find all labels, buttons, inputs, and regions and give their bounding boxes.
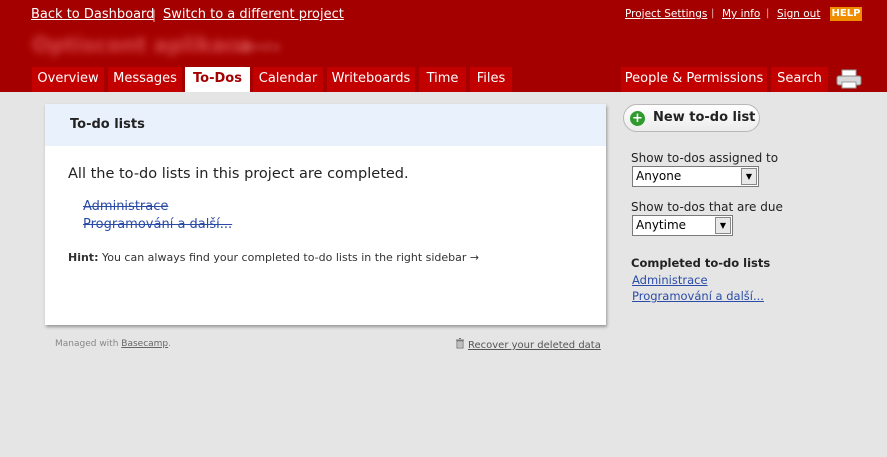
tab-messages[interactable]: Messages bbox=[108, 67, 182, 92]
header-bar: Back to Dashboard | Switch to a differen… bbox=[0, 0, 887, 92]
due-filter-label: Show to-dos that are due bbox=[631, 200, 783, 214]
managed-with: Managed with Basecamp. bbox=[55, 339, 171, 349]
sidebar-completed-link[interactable]: Administrace bbox=[632, 273, 708, 287]
tab-people-permissions[interactable]: People & Permissions bbox=[621, 67, 767, 92]
tab-search[interactable]: Search bbox=[771, 67, 828, 92]
company-name: Lasisto bbox=[235, 40, 281, 55]
assigned-select[interactable]: Anyone ▼ bbox=[632, 166, 759, 187]
assigned-select-value: Anyone bbox=[636, 169, 682, 183]
hint-label: Hint: bbox=[68, 251, 99, 264]
panel-title: To-do lists bbox=[70, 117, 145, 132]
managed-with-text: Managed with bbox=[55, 339, 122, 349]
recover-deleted-link[interactable]: Recover your deleted data bbox=[455, 338, 601, 351]
todo-lists-panel: To-do lists All the to-do lists in this … bbox=[45, 104, 606, 325]
back-to-dashboard-link[interactable]: Back to Dashboard bbox=[31, 7, 154, 22]
assigned-filter-label: Show to-dos assigned to bbox=[631, 151, 779, 165]
header-separator: | bbox=[711, 8, 715, 19]
my-info-link[interactable]: My info bbox=[722, 8, 760, 20]
tab-writeboards[interactable]: Writeboards bbox=[327, 67, 415, 92]
help-button[interactable]: HELP bbox=[830, 7, 862, 21]
hint-body: You can always find your completed to-do… bbox=[98, 251, 480, 264]
new-todo-list-button[interactable]: + New to-do list bbox=[623, 104, 760, 132]
due-select-value: Anytime bbox=[636, 218, 687, 232]
all-completed-message: All the to-do lists in this project are … bbox=[68, 166, 409, 182]
tab-overview[interactable]: Overview bbox=[32, 67, 104, 92]
tab-files[interactable]: Files bbox=[470, 67, 512, 92]
project-name: Optiscont aplikace bbox=[32, 33, 253, 57]
sidebar-completed-link[interactable]: Programování a další... bbox=[632, 289, 764, 303]
recover-deleted-text[interactable]: Recover your deleted data bbox=[468, 340, 601, 351]
tab-time[interactable]: Time bbox=[419, 67, 466, 92]
completed-list-link[interactable]: Programování a další... bbox=[83, 217, 232, 232]
switch-project-link[interactable]: Switch to a different project bbox=[163, 7, 344, 22]
header-separator: | bbox=[766, 8, 770, 19]
plus-icon: + bbox=[630, 111, 645, 126]
due-select[interactable]: Anytime ▼ bbox=[632, 215, 733, 236]
new-todo-list-label: New to-do list bbox=[653, 110, 756, 125]
chevron-down-icon[interactable]: ▼ bbox=[715, 217, 731, 234]
tab-calendar[interactable]: Calendar bbox=[253, 67, 323, 92]
sign-out-link[interactable]: Sign out bbox=[777, 8, 820, 20]
hint-text: Hint: You can always find your completed… bbox=[68, 251, 479, 264]
printer-icon[interactable] bbox=[836, 69, 862, 89]
basecamp-link[interactable]: Basecamp bbox=[121, 339, 168, 349]
project-settings-link[interactable]: Project Settings bbox=[625, 8, 707, 20]
header-separator: | bbox=[152, 8, 157, 22]
completed-list-link[interactable]: Administrace bbox=[83, 199, 168, 214]
trash-icon bbox=[456, 338, 464, 349]
panel-header: To-do lists bbox=[45, 104, 606, 146]
tab-todos[interactable]: To-Dos bbox=[185, 67, 250, 92]
chevron-down-icon[interactable]: ▼ bbox=[741, 168, 757, 185]
completed-lists-heading: Completed to-do lists bbox=[631, 256, 771, 270]
footer-period: . bbox=[168, 339, 172, 349]
